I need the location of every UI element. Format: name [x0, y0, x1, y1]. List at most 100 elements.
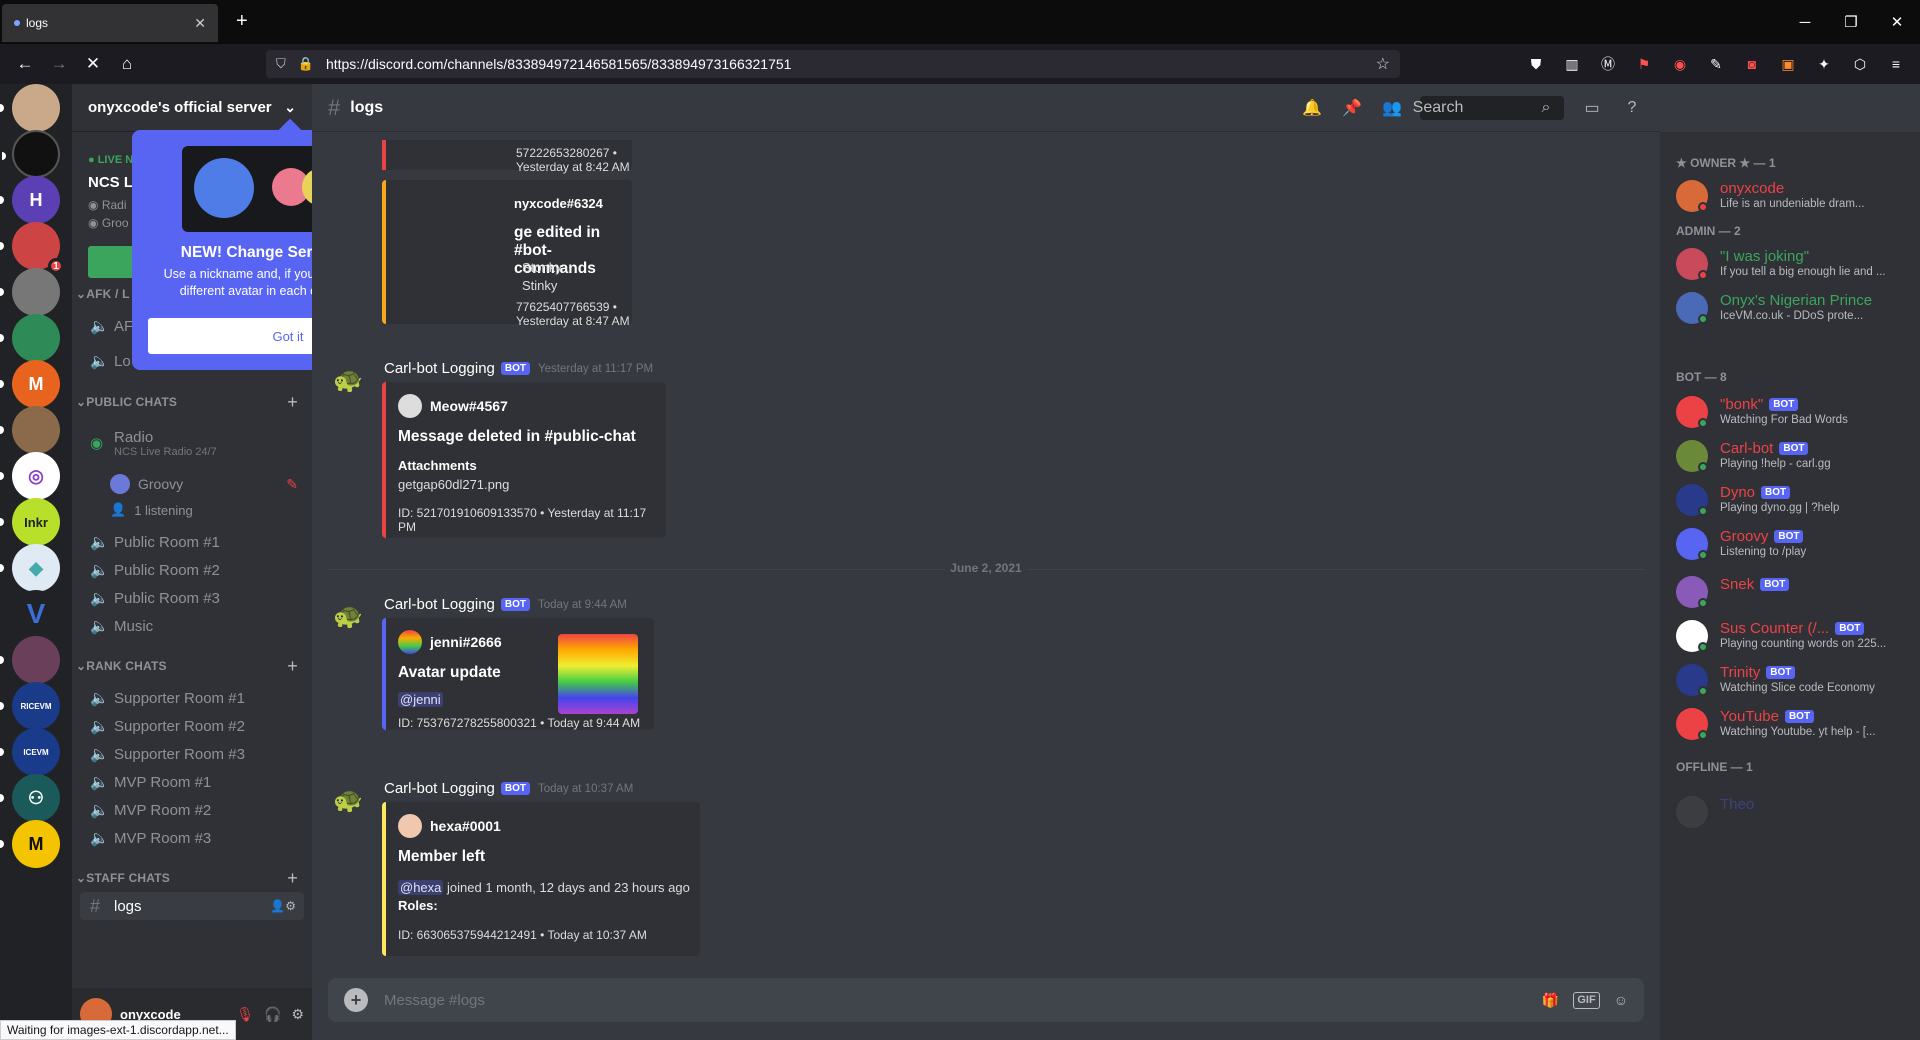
server-icon[interactable]: RICEVM	[0, 682, 60, 730]
gear-icon[interactable]: ⚙	[291, 1006, 304, 1023]
member-item[interactable]: Groovy BOT Listening to /play	[1676, 524, 1916, 566]
browser-tab[interactable]: logs ✕	[2, 4, 218, 42]
live-title[interactable]: NCS Li	[88, 174, 137, 191]
author-name[interactable]: Carl-bot Logging	[384, 596, 495, 613]
gift-icon[interactable]: 🎁	[1542, 992, 1559, 1009]
member-item[interactable]: Carl-bot BOT Playing !help - carl.gg	[1676, 436, 1916, 478]
shield-icon[interactable]: ⛉	[276, 56, 286, 72]
close-window-icon[interactable]: ✕	[1874, 0, 1920, 44]
restore-icon[interactable]: ❐	[1828, 0, 1874, 44]
server-icon[interactable]: 1	[0, 222, 64, 274]
carl-bot-avatar[interactable]: 🐢	[328, 360, 368, 400]
members-icon[interactable]: 👥	[1380, 96, 1404, 120]
emoji-icon[interactable]: ☺	[1614, 992, 1628, 1009]
server-header[interactable]: onyxcode's official server ⌄	[72, 84, 312, 132]
lock-icon[interactable]: 🔒	[298, 56, 314, 72]
server-icon[interactable]	[0, 314, 60, 362]
server-icon[interactable]: V	[12, 590, 60, 638]
bookmark-star-icon[interactable]: ☆	[1376, 54, 1390, 74]
pocket-icon[interactable]: ⛊	[1524, 52, 1548, 76]
search-input[interactable]: Search ⌕	[1413, 96, 1564, 120]
member-item[interactable]: Dyno BOT Playing dyno.gg | ?help	[1676, 480, 1916, 522]
status-dot	[1698, 550, 1708, 560]
carl-bot-avatar[interactable]: 🐢	[328, 596, 368, 636]
embed-description: @hexa joined 1 month, 12 days and 23 hou…	[398, 880, 690, 895]
chevron-down-icon[interactable]: ⌄	[284, 99, 296, 116]
author-name[interactable]: Carl-bot Logging	[384, 360, 495, 377]
server-icon[interactable]: M	[0, 360, 60, 408]
carl-bot-avatar[interactable]: 🐢	[328, 780, 368, 820]
invite-settings-icon[interactable]: 👤⚙	[270, 899, 296, 913]
stop-loading-icon[interactable]: ✕	[76, 48, 110, 80]
pin-icon[interactable]: 📌	[1340, 96, 1364, 120]
server-icon[interactable]	[0, 406, 60, 454]
server-icon[interactable]	[0, 636, 60, 684]
home-icon[interactable]: ⌂	[110, 48, 144, 80]
member-item[interactable]: "bonk" BOT Watching For Bad Words	[1676, 392, 1916, 434]
server-icon[interactable]: ◆	[0, 544, 60, 592]
channel-radio[interactable]: ◉ Radio NCS Live Radio 24/7	[80, 422, 304, 464]
category-staff-chats[interactable]: ⌄ STAFF CHATS +	[72, 868, 312, 888]
member-item[interactable]: "I was joking" If you tell a big enough l…	[1676, 244, 1916, 286]
member-item[interactable]: YouTube BOT Watching Youtube. yt help - [.…	[1676, 704, 1916, 746]
url-bar[interactable]: ⛉ 🔒 https://discord.com/channels/8338949…	[266, 50, 1400, 78]
member-item[interactable]: onyxcode Life is an undeniable dram...	[1676, 176, 1916, 218]
back-icon[interactable]: ←	[8, 48, 42, 80]
server-icon[interactable]: M	[0, 820, 60, 868]
extension-icon[interactable]: ✎	[1704, 52, 1728, 76]
mute-mic-icon[interactable]: 🎙	[236, 1006, 254, 1023]
add-channel-icon[interactable]: +	[287, 392, 298, 413]
minimize-icon[interactable]: ─	[1782, 0, 1828, 44]
embed-thumbnail[interactable]	[558, 634, 638, 714]
bell-icon[interactable]: 🔔	[1300, 96, 1324, 120]
headphones-icon[interactable]: 🎧	[264, 1006, 281, 1023]
puzzle-icon[interactable]: ✦	[1812, 52, 1836, 76]
message-composer[interactable]: + Message #logs 🎁 GIF ☺	[328, 978, 1644, 1022]
menu-icon[interactable]: ≡	[1884, 52, 1908, 76]
user-mention[interactable]: @hexa	[398, 880, 444, 895]
extension-icon[interactable]: ⚑	[1632, 52, 1656, 76]
account-icon[interactable]: Ⓜ	[1596, 52, 1620, 76]
bot-tag: BOT	[500, 598, 531, 611]
member-item[interactable]: Sus Counter (/... BOT Playing counting wor…	[1676, 616, 1916, 658]
server-icon[interactable]	[0, 84, 60, 132]
box-icon[interactable]: ⬡	[1848, 52, 1872, 76]
new-tab-icon[interactable]: +	[236, 10, 248, 33]
channel-music[interactable]: 🔈 Music	[80, 610, 304, 642]
server-icon[interactable]	[2, 130, 60, 178]
server-icon[interactable]	[0, 268, 60, 316]
category-public-chats[interactable]: ⌄ PUBLIC CHATS +	[72, 392, 312, 412]
server-icon[interactable]: Inkr	[0, 498, 60, 546]
author-name[interactable]: Carl-bot Logging	[384, 780, 495, 797]
attach-plus-icon[interactable]: +	[344, 988, 368, 1012]
server-icon[interactable]: ICEVM	[0, 728, 60, 776]
add-channel-icon[interactable]: +	[287, 656, 298, 677]
ublock-icon[interactable]: ◉	[1668, 52, 1692, 76]
library-icon[interactable]: ▥	[1560, 52, 1584, 76]
embed-footer: ID: 753767278255800321 • Today at 9:44 A…	[398, 716, 641, 730]
speaker-icon: 🔈	[90, 830, 109, 847]
gif-icon[interactable]: GIF	[1573, 991, 1600, 1009]
member-item[interactable]: Theo	[1676, 792, 1916, 834]
chat-area: # logs 🔔 📌 👥 Search ⌕ ▭ ? 57222653280267 …	[312, 84, 1678, 1040]
forward-icon[interactable]: →	[42, 48, 76, 80]
inbox-icon[interactable]: ▭	[1580, 96, 1604, 120]
member-item[interactable]: Onyx's Nigerian Prince IceVM.co.uk - DDoS…	[1676, 288, 1916, 330]
server-icon[interactable]: H	[0, 176, 60, 224]
member-name: Groovy BOT	[1720, 528, 1804, 545]
message-input[interactable]: Message #logs	[384, 992, 485, 1009]
tab-close-icon[interactable]: ✕	[194, 15, 206, 32]
add-channel-icon[interactable]: +	[287, 868, 298, 889]
status-dot	[1698, 730, 1708, 740]
extension-icon[interactable]: ▣	[1776, 52, 1800, 76]
server-icon[interactable]: ◎	[0, 452, 60, 500]
user-mention[interactable]: @jenni	[398, 692, 443, 707]
member-item[interactable]: Snek BOT	[1676, 572, 1916, 614]
member-item[interactable]: Trinity BOT Watching Slice code Economy	[1676, 660, 1916, 702]
help-icon[interactable]: ?	[1620, 96, 1644, 120]
category-rank-chats[interactable]: ⌄ RANK CHATS +	[72, 656, 312, 676]
channel-logs[interactable]: # logs 👤⚙	[80, 892, 304, 920]
channel-mvp-room-3[interactable]: 🔈 MVP Room #3	[80, 822, 304, 854]
server-icon[interactable]: ⚇	[0, 774, 60, 822]
screenshot-icon[interactable]: ◙	[1740, 52, 1764, 76]
